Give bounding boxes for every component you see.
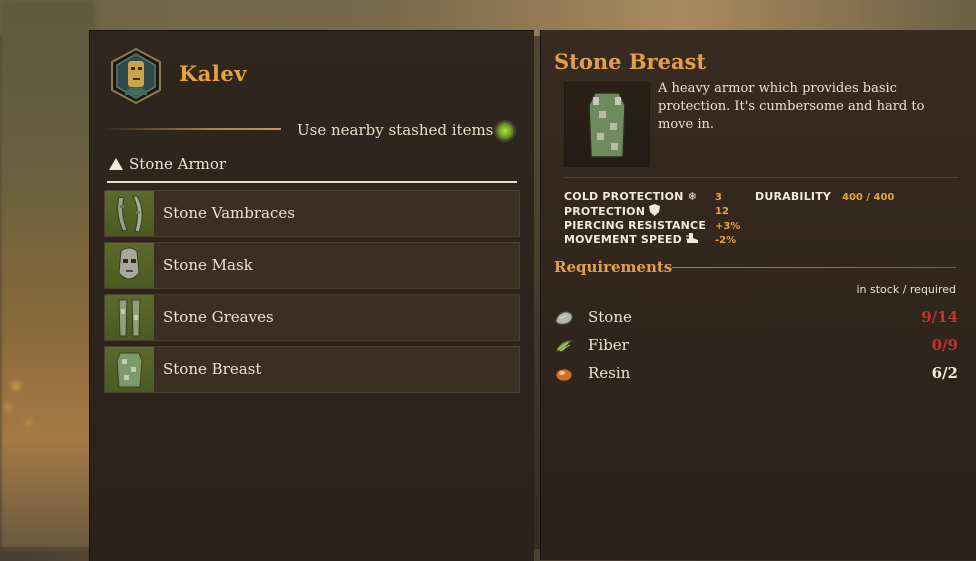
- collapse-triangle-icon: [109, 158, 123, 170]
- stat-protection-value: 12: [715, 206, 729, 217]
- item-description: A heavy armor which provides basic prote…: [658, 81, 925, 132]
- detail-divider: [564, 177, 958, 178]
- ember-glow: [26, 420, 31, 425]
- header-divider: [104, 128, 281, 130]
- item-title: Stone Breast: [554, 49, 707, 74]
- recipe-item-stone-mask[interactable]: Stone Mask: [104, 242, 520, 289]
- requirements-divider: [672, 267, 956, 268]
- resource-count: 0/9: [931, 336, 958, 354]
- resource-row-fiber: Fiber 0/9: [554, 335, 958, 357]
- vambraces-icon: [105, 191, 154, 236]
- stat-cold-protection-label: COLD PROTECTION ❄: [564, 190, 697, 203]
- mask-icon: [105, 243, 154, 288]
- breastplate-icon: [105, 347, 154, 392]
- resource-name: Resin: [588, 364, 631, 382]
- boot-icon: [686, 233, 699, 246]
- stat-protection-label: PROTECTION: [564, 204, 661, 218]
- stat-piercing-resistance-value: +3%: [715, 221, 741, 232]
- stat-movement-speed-label: MOVEMENT SPEED: [564, 233, 699, 246]
- stock-header: in stock / required: [856, 283, 956, 296]
- resin-icon: [554, 365, 574, 383]
- stat-label-text: COLD PROTECTION: [564, 190, 684, 203]
- character-name: Kalev: [179, 61, 247, 86]
- resource-row-resin: Resin 6/2: [554, 363, 958, 385]
- ember-glow: [5, 404, 11, 410]
- resource-count: 9/14: [921, 308, 958, 326]
- recipe-item-label: Stone Breast: [163, 360, 262, 378]
- fiber-icon: [554, 337, 574, 355]
- recipe-item-label: Stone Mask: [163, 256, 253, 274]
- requirements-title: Requirements: [554, 258, 673, 276]
- recipe-item-stone-breast[interactable]: Stone Breast: [104, 346, 520, 393]
- stat-durability-value: 400 / 400: [842, 192, 895, 203]
- resource-count: 6/2: [931, 364, 958, 382]
- stat-label-text: MOVEMENT SPEED: [564, 233, 682, 246]
- shield-icon: [649, 204, 661, 218]
- stat-durability-label: DURABILITY: [755, 190, 832, 203]
- resource-name: Fiber: [588, 336, 629, 354]
- stash-toggle[interactable]: [494, 120, 516, 142]
- stone-icon: [554, 309, 574, 327]
- recipe-item-stone-vambraces[interactable]: Stone Vambraces: [104, 190, 520, 237]
- character-portrait-icon: [107, 47, 165, 105]
- resource-name: Stone: [588, 308, 632, 326]
- category-label: Stone Armor: [129, 155, 227, 173]
- stat-piercing-resistance-label: PIERCING RESISTANCE: [564, 219, 707, 232]
- recipe-item-label: Stone Greaves: [163, 308, 274, 326]
- stat-movement-speed-value: -2%: [715, 235, 737, 246]
- category-header-stone-armor[interactable]: Stone Armor: [107, 155, 517, 183]
- stash-toggle-label: Use nearby stashed items: [297, 121, 494, 139]
- resource-row-stone: Stone 9/14: [554, 307, 958, 329]
- breastplate-preview-icon: [564, 82, 650, 167]
- ember-glow: [12, 382, 20, 390]
- background-left: [0, 0, 95, 549]
- recipe-item-stone-greaves[interactable]: Stone Greaves: [104, 294, 520, 341]
- stat-cold-protection-value: 3: [715, 192, 722, 203]
- stat-label-text: PROTECTION: [564, 205, 646, 218]
- recipe-item-label: Stone Vambraces: [163, 204, 295, 222]
- snowflake-icon: ❄: [687, 190, 697, 203]
- greaves-icon: [105, 295, 154, 340]
